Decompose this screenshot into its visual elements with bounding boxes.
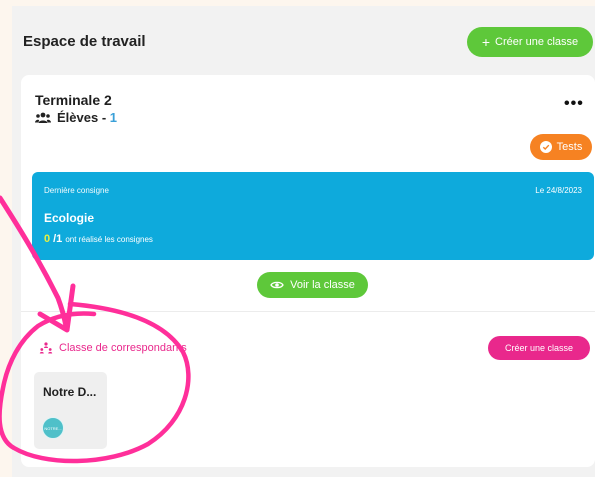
check-icon [539, 141, 552, 153]
ellipsis-icon[interactable]: ••• [564, 95, 584, 113]
correspondent-class-name: Notre D... [43, 385, 97, 399]
assignment-date: Le 24/8/2023 [535, 186, 582, 195]
correspondents-icon [39, 342, 53, 354]
assignment-progress: 0 /1 ont réalisé les consignes [44, 233, 153, 245]
create-correspondent-class-button[interactable]: Créer une classe [488, 336, 590, 360]
assignment-title: Ecologie [44, 211, 95, 225]
plus-icon: + [481, 34, 491, 50]
tests-button[interactable]: Tests [530, 134, 592, 160]
assignment-progress-text: ont réalisé les consignes [65, 235, 153, 244]
users-icon [35, 112, 51, 123]
correspondent-class-card[interactable]: Notre D... NOTRE... [34, 372, 107, 449]
students-count: 1 [109, 110, 117, 125]
view-class-button[interactable]: Voir la classe [257, 272, 368, 298]
correspondents-title-label: Classe de correspondants [59, 342, 187, 354]
assignment-done-count: 0 [44, 233, 51, 245]
assignment-total-count: /1 [53, 233, 63, 245]
class-name: Terminale 2 [35, 92, 112, 108]
class-card: Terminale 2 Élèves - 1 ••• Tests Dernièr… [21, 75, 595, 467]
last-assignment-panel[interactable]: Dernière consigne Le 24/8/2023 Ecologie … [32, 172, 594, 260]
eye-icon [270, 281, 284, 289]
create-class-button[interactable]: + Créer une classe [467, 27, 593, 57]
students-summary: Élèves - 1 [35, 110, 117, 125]
workspace-panel: Espace de travail + Créer une classe Ter… [12, 6, 595, 477]
create-class-label: Créer une classe [495, 36, 579, 48]
assignment-label: Dernière consigne [44, 186, 109, 195]
correspondents-title: Classe de correspondants [39, 342, 187, 354]
students-label: Élèves - [57, 110, 110, 125]
section-divider [21, 311, 595, 312]
tests-label: Tests [556, 141, 583, 153]
view-class-label: Voir la classe [290, 279, 355, 291]
workspace-title: Espace de travail [23, 33, 146, 50]
correspondent-class-avatar: NOTRE... [42, 417, 64, 439]
